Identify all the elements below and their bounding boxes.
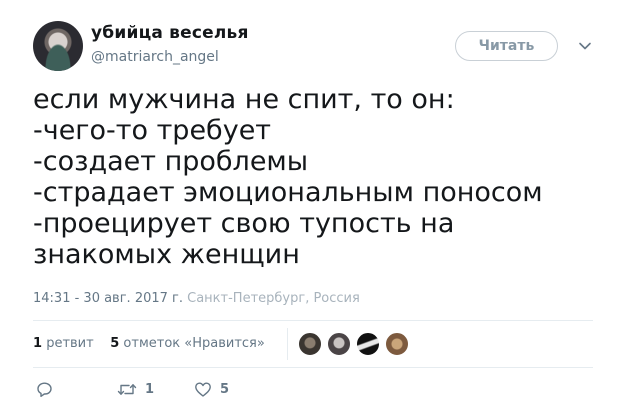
liker-avatar[interactable]	[298, 332, 322, 356]
follow-button[interactable]: Читать	[455, 31, 558, 61]
heart-icon	[195, 382, 211, 397]
like-button[interactable]: 5	[194, 381, 229, 398]
tweet-timestamp[interactable]: 14:31 - 30 авг. 2017 г.	[33, 291, 183, 306]
user-display-name[interactable]: убийца веселья	[91, 23, 249, 43]
liker-avatar[interactable]	[327, 332, 351, 356]
retweet-icon	[117, 384, 137, 395]
tweet-line: -чего-то требует	[33, 115, 272, 146]
chevron-down-icon[interactable]	[578, 39, 592, 53]
tweet-line: знакомых женщин	[33, 239, 300, 270]
retweet-count: 1	[145, 382, 155, 397]
retweets-stat[interactable]: 1 ретвит	[33, 336, 94, 351]
tweet-line: -создает проблемы	[33, 146, 309, 177]
retweets-label: ретвит	[46, 336, 94, 351]
divider	[33, 320, 593, 321]
tweet-line: -страдает эмоциональным поносом	[33, 177, 543, 208]
liker-avatar[interactable]	[356, 332, 380, 356]
stats-divider	[287, 328, 288, 360]
tweet-text: если мужчина не спит, то он: -чего-то тр…	[33, 84, 543, 270]
likes-stat[interactable]: 5 отметок «Нравится»	[110, 336, 265, 351]
reply-icon	[37, 382, 52, 397]
tweet-location[interactable]: Санкт-Петербург, Россия	[187, 291, 360, 306]
tweet-meta: 14:31 - 30 авг. 2017 г. Санкт-Петербург,…	[33, 290, 360, 308]
retweets-count: 1	[33, 336, 43, 351]
liker-avatar[interactable]	[385, 332, 409, 356]
user-handle[interactable]: @matriarch_angel	[91, 48, 219, 66]
avatar-detail	[33, 21, 83, 71]
divider	[33, 367, 593, 368]
like-count: 5	[220, 382, 230, 397]
likes-count: 5	[110, 336, 120, 351]
likes-label: отметок «Нравится»	[123, 336, 265, 351]
reply-button[interactable]	[36, 381, 53, 398]
tweet-line: если мужчина не спит, то он:	[33, 84, 455, 115]
retweet-button[interactable]: 1	[117, 381, 154, 398]
tweet-line: -проецирует свою тупость на	[33, 208, 455, 239]
tweet-stats: 1 ретвит 5 отметок «Нравится»	[33, 335, 265, 353]
